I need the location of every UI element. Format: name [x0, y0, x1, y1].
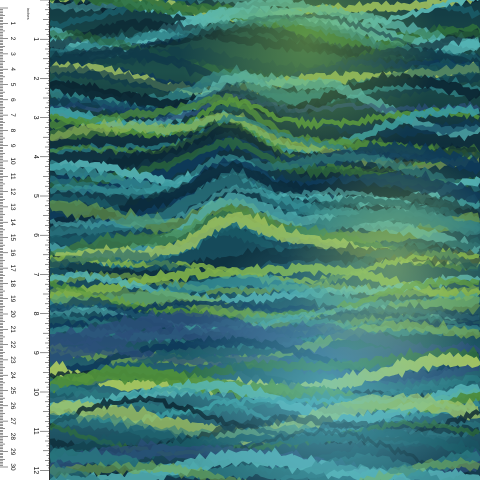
ruler-cm-label: 25	[9, 387, 16, 395]
ruler-cm-label: 16	[9, 249, 16, 257]
ruler-cm-label: 1	[9, 21, 16, 25]
wave-pattern	[50, 0, 480, 480]
ruler-cm-label: 7	[9, 113, 16, 117]
ruler-cm-label: 15	[9, 234, 16, 242]
ruler-inch-label: 2	[32, 76, 39, 80]
ruler-cm-label: 12	[9, 188, 16, 196]
ruler-cm-label: 10	[9, 157, 16, 165]
ruler-cm-label: 24	[9, 372, 16, 380]
ruler-cm-label: 6	[9, 98, 16, 102]
ruler-cm-label: 30	[9, 463, 16, 471]
ruler-inch-label: 4	[32, 155, 39, 159]
ruler-cm-label: 17	[9, 264, 16, 272]
ruler-inch-label: 1	[32, 37, 39, 41]
ruler-inch-label: 10	[32, 388, 39, 396]
ruler-inch-label: 6	[32, 233, 39, 237]
ruler-cm-label: 11	[9, 173, 16, 180]
ruler-cm-label: 28	[9, 433, 16, 441]
highlight-glow	[50, 0, 480, 480]
ruler-inch-label: 3	[32, 116, 39, 120]
ruler-cm-label: 14	[9, 219, 16, 227]
ruler-cm-label: 8	[9, 129, 16, 133]
ruler-cm-label: 27	[9, 417, 16, 425]
ruler-cm-label: 22	[9, 341, 16, 349]
ruler-scale: inches1234567891011121314151617181920212…	[0, 0, 49, 475]
ruler-cm-label: 4	[9, 67, 16, 71]
fabric-swatch	[50, 0, 480, 480]
ruler-cm-label: 29	[9, 448, 16, 456]
ruler-inch-label: 11	[32, 428, 39, 435]
ruler-inch-label: 9	[32, 351, 39, 355]
ruler-cm-label: 23	[9, 356, 16, 364]
ruler-cm-label: 2	[9, 37, 16, 41]
ruler-inch-label: 5	[32, 194, 39, 198]
ruler-cm-label: 21	[9, 326, 16, 334]
ruler-cm-label: 18	[9, 280, 16, 288]
ruler-inch-label: 7	[32, 272, 39, 276]
ruler-inch-label: 8	[32, 312, 39, 316]
ruler-cm-label: 9	[9, 144, 16, 148]
ruler-inch-label: 12	[32, 467, 39, 475]
ruler-cm-label: 20	[9, 310, 16, 318]
measuring-ruler: inches 1 2 3 4 5 6 7 8 9 10 11 12 13 14 15 16 17 18 19 20 21 2…	[0, 0, 50, 480]
ruler-cm-label: 26	[9, 402, 16, 410]
ruler-cm-label: 19	[9, 295, 16, 303]
ruler-units-label: inches	[26, 8, 31, 20]
ruler-cm-label: 3	[9, 52, 16, 56]
ruler-cm-label: 13	[9, 203, 16, 211]
ruler-cm-label: 5	[9, 83, 16, 87]
